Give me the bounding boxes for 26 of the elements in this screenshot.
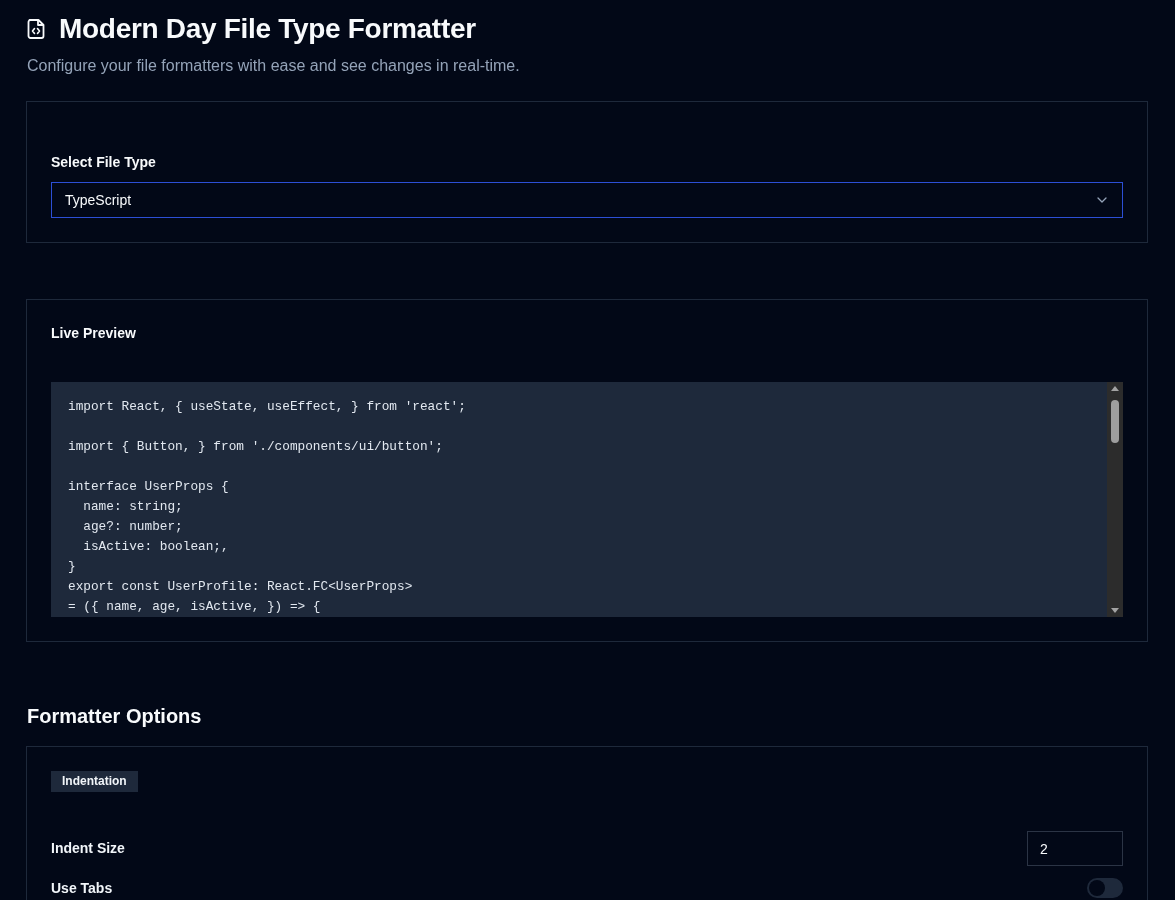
code-line: import { Button, } from './components/ui/button'; [68, 438, 443, 456]
toggle-switch[interactable] [1087, 878, 1123, 898]
code-line: import React, { useState, useEffect, } from 'react'; [68, 398, 466, 416]
option-label: Use Tabs [51, 879, 113, 897]
field-label: Select File Type [51, 154, 157, 171]
file-type-dropdown[interactable]: TypeScript [51, 182, 1123, 218]
code-line: name: string; [82, 498, 183, 516]
section-heading: Formatter Options [27, 704, 203, 728]
scrollbar-thumb[interactable] [1111, 400, 1119, 443]
code-line: age?: number; [82, 518, 183, 536]
scroll-down-arrow-icon [1111, 608, 1119, 613]
section-label: Live Preview [51, 325, 137, 342]
code-line: isActive: boolean;, [82, 538, 229, 556]
scrollbar[interactable] [1107, 382, 1123, 617]
option-label: Indent Size [51, 840, 125, 857]
number-input[interactable]: 2 [1027, 831, 1123, 866]
scroll-up-arrow-icon [1111, 386, 1119, 391]
code-line: } [68, 558, 76, 576]
page-subtitle: Configure your file formatters with ease and see changes in real-time. [27, 56, 521, 76]
group-tag: Indentation [51, 771, 138, 792]
code-line: interface UserProps { [68, 478, 229, 496]
file-code-icon [27, 19, 45, 39]
code-line: = ({ name, age, isActive, }) => { [68, 598, 321, 616]
chevron-down-icon [1097, 197, 1107, 203]
page-title: Modern Day File Type Formatter [59, 12, 476, 46]
code-line: export const UserProfile: React.FC<UserProps> [68, 578, 413, 596]
